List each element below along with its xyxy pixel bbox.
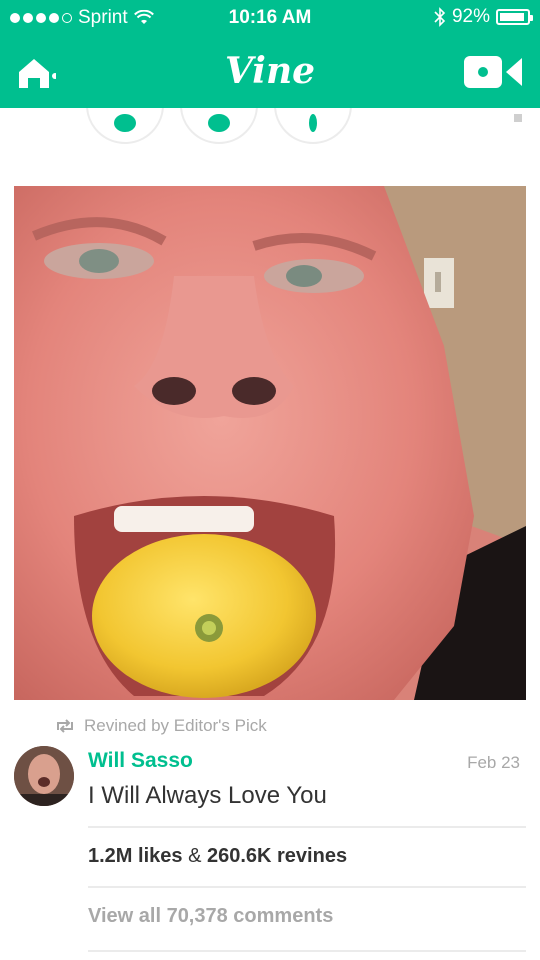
- share-facebook-button[interactable]: [274, 108, 352, 144]
- share-vine-button[interactable]: [86, 108, 164, 144]
- post-stats[interactable]: 1.2M likes & 260.6K revines: [88, 845, 347, 868]
- divider: [88, 826, 526, 828]
- bluetooth-icon: [434, 7, 446, 27]
- share-buttons-row: [0, 108, 540, 148]
- nav-bar: Vine: [0, 40, 540, 104]
- app-header: Sprint 10:16 AM 92% Vine: [0, 0, 540, 108]
- revined-label-row[interactable]: Revined by Editor's Pick: [54, 716, 267, 736]
- author-avatar[interactable]: [14, 746, 74, 806]
- status-right: 92%: [434, 6, 533, 28]
- post-date: Feb 23: [467, 753, 520, 772]
- status-bar: Sprint 10:16 AM 92%: [0, 0, 540, 36]
- video-player[interactable]: [14, 186, 526, 700]
- revines-count[interactable]: 260.6K revines: [207, 845, 347, 867]
- vine-logo: Vine: [224, 50, 316, 92]
- share-message-button[interactable]: [180, 108, 258, 144]
- stats-separator: &: [182, 845, 207, 867]
- video-camera-icon[interactable]: [464, 54, 524, 90]
- more-options-icon[interactable]: [514, 114, 522, 122]
- revined-text: Revined by Editor's Pick: [84, 716, 267, 735]
- author-name-link[interactable]: Will Sasso: [88, 749, 193, 773]
- likes-count[interactable]: 1.2M likes: [88, 845, 183, 867]
- video-frame-image: [14, 186, 526, 700]
- post-caption: I Will Always Love You: [88, 782, 327, 809]
- view-comments-link[interactable]: View all 70,378 comments: [88, 905, 333, 928]
- battery-icon: [496, 9, 533, 25]
- divider: [88, 886, 526, 888]
- revine-icon: [57, 719, 73, 733]
- divider: [88, 950, 526, 952]
- battery-percent: 92%: [451, 6, 490, 27]
